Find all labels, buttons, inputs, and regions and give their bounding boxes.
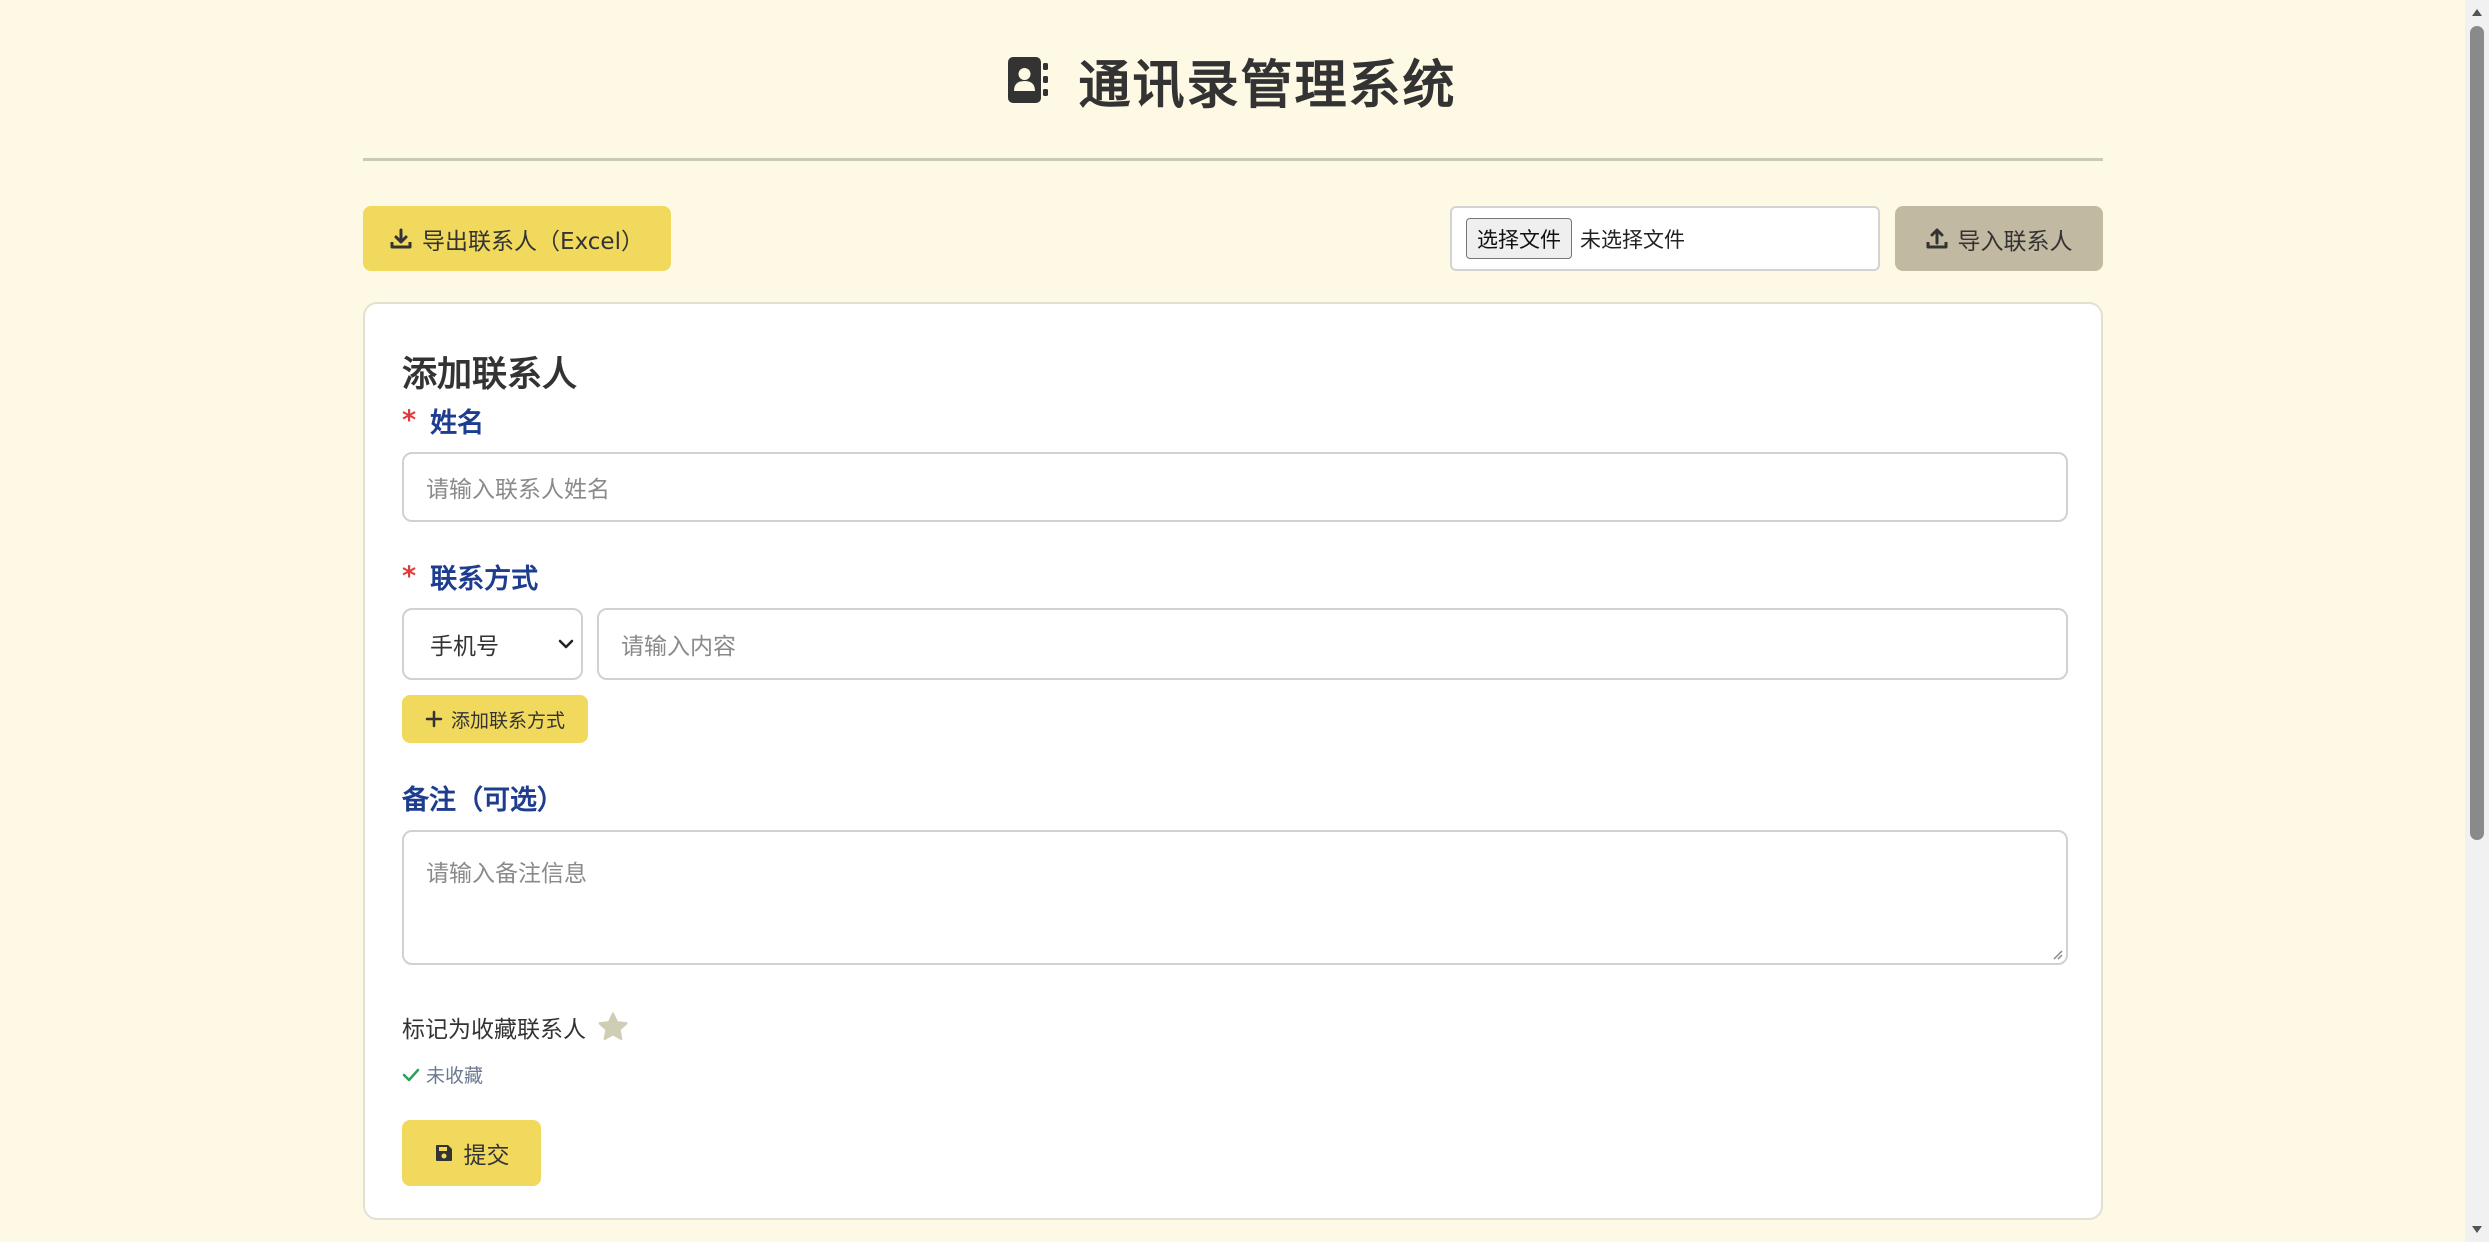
name-label: * 姓名 [402, 401, 484, 440]
export-button-label: 导出联系人（Excel） [422, 228, 644, 255]
star-icon[interactable] [596, 1010, 630, 1044]
contact-label-text: 联系方式 [430, 564, 539, 595]
contact-type-value: 手机号 [430, 634, 499, 660]
contact-value-input[interactable]: 请输入内容 [597, 608, 2068, 680]
file-input[interactable]: 选择文件 未选择文件 [1450, 206, 1880, 271]
file-status-text: 未选择文件 [1580, 227, 1685, 252]
add-contact-method-button[interactable]: 添加联系方式 [402, 695, 588, 743]
name-label-text: 姓名 [430, 408, 485, 439]
favorite-status: 未收藏 [402, 1061, 483, 1088]
note-placeholder: 请输入备注信息 [426, 861, 587, 887]
favorite-label: 标记为收藏联系人 [402, 1017, 586, 1043]
note-label-text: 备注（可选） [402, 785, 564, 816]
submit-button-label: 提交 [463, 1143, 510, 1169]
page-title: 通讯录管理系统 [1078, 55, 1457, 116]
header-divider [363, 158, 2103, 161]
add-contact-card: 添加联系人 * 姓名 请输入联系人姓名 * 联系方式 手机号 请输入内容 添加联… [363, 302, 2103, 1220]
favorite-row: 标记为收藏联系人 [402, 1010, 630, 1044]
choose-file-button[interactable]: 选择文件 [1466, 218, 1572, 259]
note-textarea[interactable]: 请输入备注信息 [402, 830, 2068, 965]
export-contacts-button[interactable]: 导出联系人（Excel） [363, 206, 671, 271]
contact-placeholder: 请输入内容 [621, 634, 736, 660]
scroll-up-icon[interactable] [2465, 0, 2489, 24]
address-book-icon [1008, 57, 1049, 103]
page: 通讯录管理系统 导出联系人（Excel） 选择文件 未选择文件 导入联系人 添加… [0, 0, 2489, 1242]
resize-handle-icon[interactable] [2051, 948, 2063, 960]
download-icon [390, 228, 412, 248]
required-mark: * [402, 561, 417, 592]
name-placeholder: 请输入联系人姓名 [426, 477, 610, 503]
upload-icon [1926, 228, 1947, 248]
plus-icon [425, 710, 443, 728]
favorite-status-text: 未收藏 [426, 1065, 484, 1087]
scroll-down-icon[interactable] [2465, 1218, 2489, 1242]
scroll-thumb[interactable] [2470, 26, 2484, 840]
chevron-down-icon [558, 639, 574, 649]
vertical-scrollbar[interactable] [2465, 0, 2489, 1242]
note-label: 备注（可选） [402, 778, 564, 817]
submit-button[interactable]: 提交 [402, 1120, 541, 1186]
name-input[interactable]: 请输入联系人姓名 [402, 452, 2068, 522]
import-contacts-button[interactable]: 导入联系人 [1895, 206, 2103, 271]
page-header: 通讯录管理系统 [0, 40, 2465, 120]
required-mark: * [402, 405, 417, 436]
add-contact-method-label: 添加联系方式 [450, 709, 565, 732]
check-icon [402, 1068, 420, 1081]
contact-type-select[interactable]: 手机号 [402, 608, 583, 680]
contact-label: * 联系方式 [402, 557, 538, 596]
import-button-label: 导入联系人 [1957, 228, 2073, 255]
save-icon [435, 1145, 452, 1161]
form-title: 添加联系人 [402, 355, 578, 395]
